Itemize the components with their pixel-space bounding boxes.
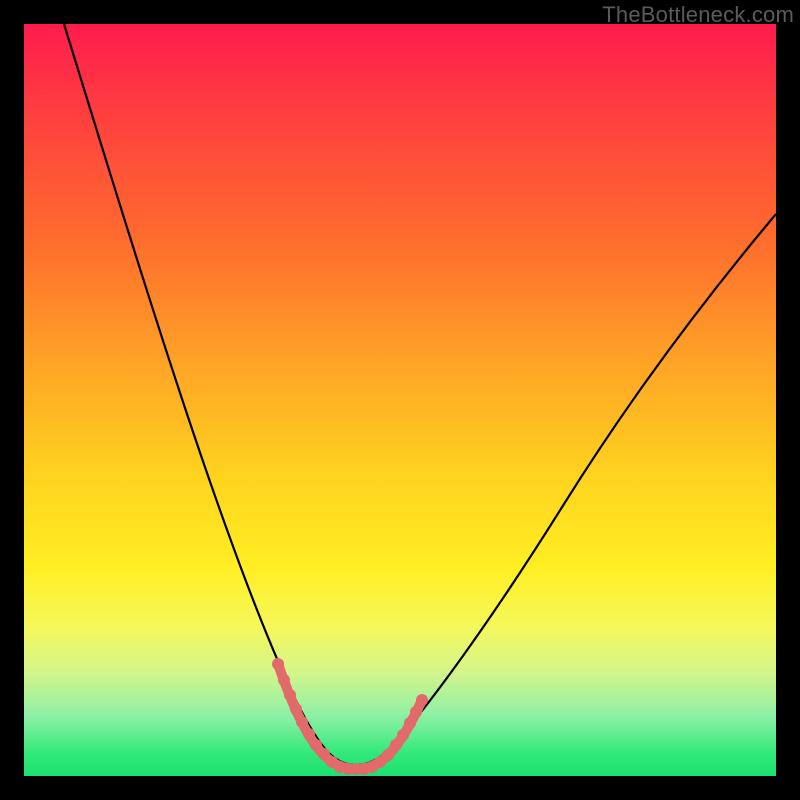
highlight-dot [310,739,322,751]
highlight-dot [416,694,428,706]
highlight-dot [278,674,290,686]
highlight-dot [303,728,315,740]
chart-frame: TheBottleneck.com [0,0,800,800]
highlight-dot [290,703,302,715]
highlight-dot [272,658,284,670]
highlight-dot [404,717,416,729]
curve-svg [24,24,776,776]
plot-area [24,24,776,776]
highlight-dot [296,716,308,728]
highlight-dot [382,749,394,761]
highlight-dot [410,706,422,718]
bottleneck-curve-path [64,24,776,765]
highlight-dot [284,689,296,701]
highlight-dot [390,739,402,751]
bottleneck-highlight-path [278,664,422,769]
highlight-dot [397,729,409,741]
